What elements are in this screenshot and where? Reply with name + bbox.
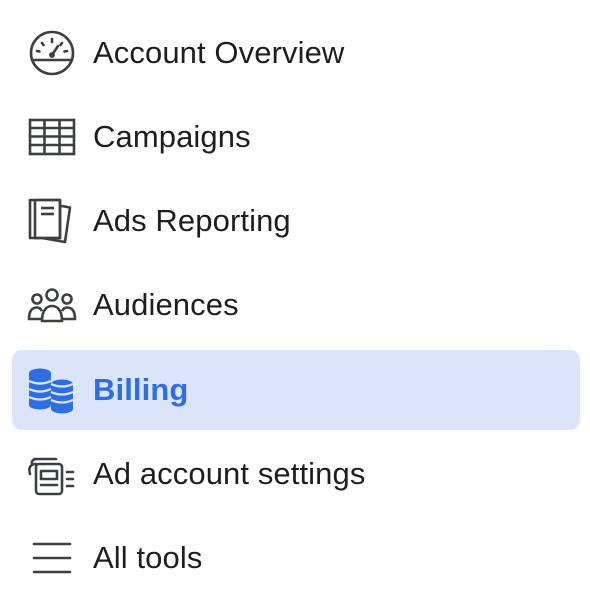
sidebar-item-label: Billing [93, 372, 189, 407]
sidebar-item-label: Audiences [93, 287, 239, 322]
sidebar-item-label: Account Overview [93, 35, 345, 70]
gauge-icon [26, 29, 78, 77]
sidebar-item-all-tools[interactable]: All tools [12, 518, 580, 590]
sidebar-item-campaigns[interactable]: Campaigns [12, 97, 580, 177]
sidebar-item-ad-account-settings[interactable]: Ad account settings [12, 434, 580, 514]
people-group-icon [26, 281, 78, 329]
sidebar-nav: Account Overview Campaigns Ads Reporting… [0, 0, 590, 590]
sidebar-item-label: Ads Reporting [93, 203, 291, 238]
sidebar-item-billing[interactable]: Billing [12, 350, 580, 430]
sidebar-item-label: All tools [93, 540, 203, 575]
settings-cards-icon [26, 450, 78, 498]
sidebar-item-account-overview[interactable]: Account Overview [12, 13, 580, 93]
sidebar-item-audiences[interactable]: Audiences [12, 265, 580, 345]
sidebar-item-label: Campaigns [93, 119, 251, 154]
table-grid-icon [26, 113, 78, 161]
sidebar-item-ads-reporting[interactable]: Ads Reporting [12, 181, 580, 261]
coin-stacks-icon [26, 366, 78, 414]
reports-icon [26, 197, 78, 245]
sidebar-item-label: Ad account settings [93, 456, 366, 491]
hamburger-menu-icon [26, 534, 78, 582]
